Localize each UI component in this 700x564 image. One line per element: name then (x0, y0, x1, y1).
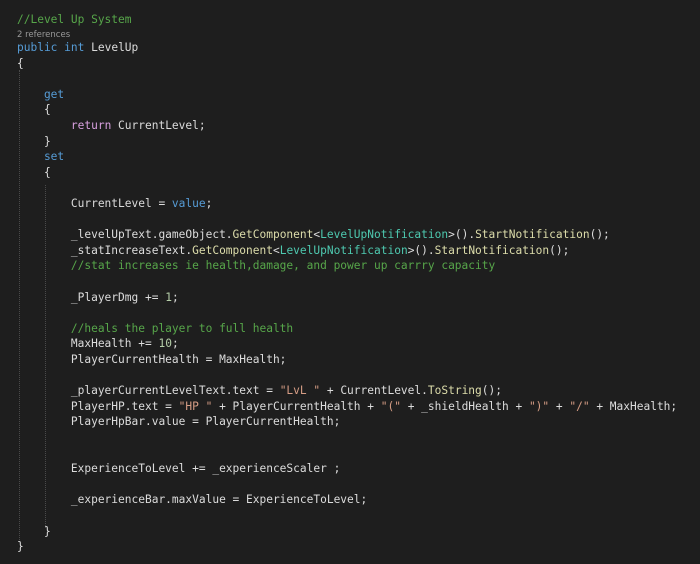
code-line: //Level Up System (17, 12, 132, 28)
code-token-plain: } (17, 134, 51, 148)
code-line: { (17, 165, 51, 181)
code-token-method: GetComponent (232, 228, 314, 242)
code-token-plain: >(). (407, 243, 435, 257)
code-line: PlayerCurrentHealth = MaxHealth; (17, 352, 287, 368)
code-token-plain: } (17, 540, 24, 554)
code-token-string: "/" (569, 399, 590, 413)
code-token-string: "(" (380, 399, 401, 413)
code-line: //stat increases ie health,damage, and p… (17, 258, 495, 274)
code-token-plain: (); (589, 228, 610, 242)
code-token-plain: (); (481, 384, 502, 398)
code-line: CurrentLevel = value; (17, 196, 212, 212)
code-token-method: StartNotification (434, 243, 550, 257)
code-line: public int LevelUp (17, 40, 138, 56)
code-token-plain: PlayerCurrentHealth = MaxHealth; (17, 353, 287, 366)
code-token-number: 1 (165, 290, 172, 304)
code-line: return CurrentLevel; (17, 118, 206, 134)
code-token-plain: _PlayerDmg += (17, 290, 166, 304)
code-token-plain: } (17, 524, 51, 538)
code-token-plain: ExperienceToLevel += _experienceScaler ; (17, 462, 341, 476)
code-token-plain: + CurrentLevel. (320, 384, 428, 398)
code-line: set (17, 149, 64, 165)
code-line: _statIncreaseText.GetComponent<LevelUpNo… (17, 243, 570, 259)
code-line: _levelUpText.gameObject.GetComponent<Lev… (17, 227, 610, 243)
code-token-plain: ; (171, 337, 179, 351)
code-token-plain: CurrentLevel; (111, 119, 206, 132)
code-editor[interactable]: //Level Up System 2 references public int … (0, 0, 700, 564)
code-token-plain: { (17, 56, 24, 70)
code-token-plain: + PlayerCurrentHealth + (212, 399, 381, 413)
code-line: PlayerHpBar.value = PlayerCurrentHealth; (17, 414, 340, 430)
code-token-plain: _statIncreaseText. (17, 243, 193, 257)
code-token-type: LevelUpNotification (279, 243, 408, 257)
code-token-number: 10 (158, 337, 172, 351)
code-line: MaxHealth += 10; (17, 336, 179, 352)
code-line: } (17, 539, 24, 555)
code-token-string: ")" (528, 399, 550, 413)
code-token-plain: PlayerHpBar.value = PlayerCurrentHealth; (17, 415, 341, 429)
code-line: //heals the player to full health (17, 321, 293, 337)
code-token-keyword: value (171, 197, 206, 210)
code-token-plain: + _shieldHealth + (400, 399, 529, 413)
code-token-keyword: int (64, 41, 85, 54)
code-token-plain: + MaxHealth; (589, 399, 678, 413)
code-token-method: ToString (427, 384, 482, 398)
code-token-plain: ; (171, 290, 179, 304)
code-token-keyword: set (17, 150, 65, 164)
code-line: _playerCurrentLevelText.text = "LvL " + … (17, 383, 502, 399)
code-line: { (17, 56, 24, 72)
code-token-plain: _levelUpText.gameObject. (17, 228, 233, 242)
code-token-plain: { (17, 103, 51, 117)
code-token-plain: < (272, 243, 280, 257)
code-token-control: return (70, 119, 112, 132)
code-token-plain: + (549, 399, 570, 413)
code-token-type: LevelUpNotification (320, 228, 449, 242)
code-line: } (17, 524, 51, 540)
code-token-keyword: public (17, 41, 58, 54)
code-token-plain: ; (205, 197, 213, 210)
code-token-plain: CurrentLevel = (17, 197, 172, 210)
code-token-plain: MaxHealth += (17, 337, 159, 351)
code-token-plain: _experienceBar.maxValue = ExperienceToLe… (17, 493, 368, 507)
code-line: } (17, 134, 51, 150)
code-token-comment: //heals the player to full health (17, 321, 294, 335)
code-token-keyword: get (17, 87, 65, 101)
code-token-method: StartNotification (475, 228, 590, 242)
code-token-string: "HP " (178, 399, 213, 413)
code-token-comment: //stat increases ie health,damage, and p… (17, 259, 496, 273)
code-token-plain: PlayerHP.text = (17, 399, 179, 413)
code-token-method: GetComponent (192, 243, 273, 257)
code-line: _experienceBar.maxValue = ExperienceToLe… (17, 492, 367, 508)
code-token-plain: (); (549, 243, 570, 257)
code-line: { (17, 102, 51, 118)
code-token-plain: >(). (448, 228, 476, 242)
code-token-plain: LevelUp (84, 41, 139, 54)
code-line: PlayerHP.text = "HP " + PlayerCurrentHea… (17, 399, 677, 415)
code-line: ExperienceToLevel += _experienceScaler ; (17, 461, 340, 477)
code-token-plain: { (17, 165, 51, 179)
code-token-plain: _playerCurrentLevelText.text = (17, 384, 280, 398)
code-line: get (17, 87, 64, 103)
code-token-comment: //Level Up System (17, 13, 132, 26)
code-line: _PlayerDmg += 1; (17, 290, 179, 306)
code-token-string: "LvL " (279, 384, 321, 398)
